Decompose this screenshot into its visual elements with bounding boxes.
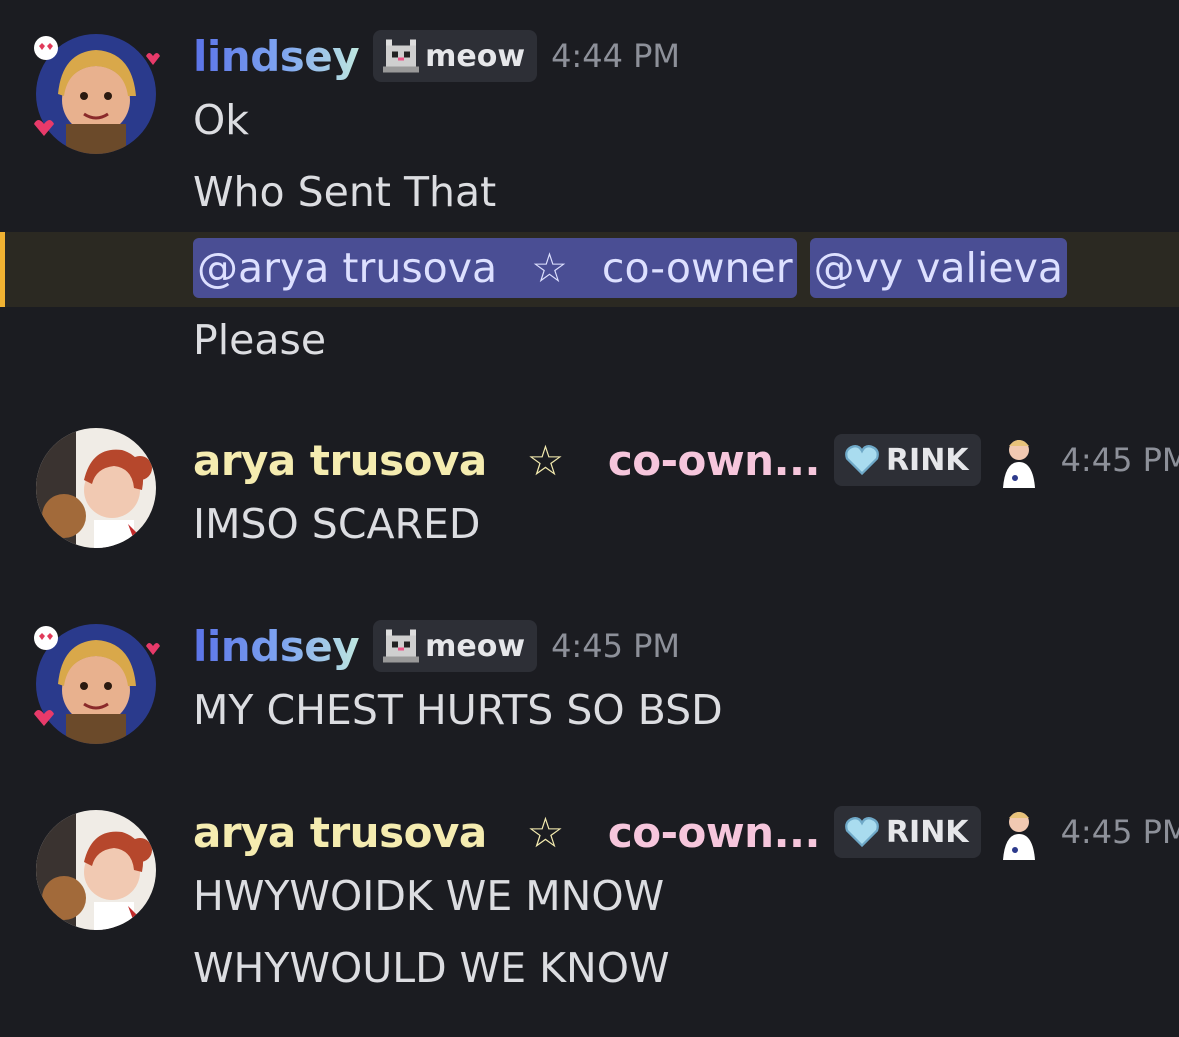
message-text: MY CHEST HURTS SO BSD	[193, 686, 723, 734]
server-tag[interactable]: meow	[373, 620, 538, 672]
avatar-arya[interactable]	[36, 428, 156, 548]
server-tag-label: meow	[425, 628, 526, 664]
message-text: Ok	[193, 96, 250, 144]
username-lindsey[interactable]: lindsey	[193, 32, 360, 81]
mention-highlight-bar	[0, 232, 5, 307]
mention-line: @arya trusova ☆ co-owner @vy valieva	[193, 238, 1067, 298]
timestamp[interactable]: 4:45 PM	[551, 627, 680, 665]
message-header: lindsey meow 4:44 PM	[193, 28, 680, 84]
message-text: Please	[193, 316, 327, 364]
skater-sticker-icon	[1002, 812, 1035, 860]
cat-pixel-icon	[383, 39, 420, 73]
message-header: lindsey meow 4:45 PM	[193, 618, 680, 674]
server-tag-label: RINK	[885, 814, 969, 850]
username-lindsey[interactable]: lindsey	[193, 622, 360, 671]
message-text: Who Sent That	[193, 168, 497, 216]
server-tag[interactable]: RINK	[833, 434, 981, 486]
server-tag-label: RINK	[885, 442, 969, 478]
server-tag[interactable]: RINK	[833, 806, 981, 858]
message-text: HWYWOIDK WE MNOW	[193, 872, 665, 920]
server-tag-label: meow	[425, 38, 526, 74]
avatar-arya[interactable]	[36, 810, 156, 930]
message-text: IMSO SCARED	[193, 500, 481, 548]
timestamp[interactable]: 4:44 PM	[551, 37, 680, 75]
mention-vy-valieva[interactable]: @vy valieva	[809, 238, 1067, 298]
message-text: WHYWOULD WE KNOW	[193, 944, 670, 992]
heart-eyes-decoration-icon	[34, 626, 160, 726]
timestamp[interactable]: 4:45 PM	[1061, 813, 1179, 851]
message-header: arya trusova ☆ co-own... RINK 4:45 PM	[193, 804, 1179, 860]
username-arya-trusova[interactable]: arya trusova ☆ co-own...	[193, 808, 820, 857]
heart-eyes-decoration-icon	[34, 36, 160, 136]
timestamp[interactable]: 4:45 PM	[1061, 441, 1179, 479]
skater-sticker-icon	[1002, 440, 1035, 488]
blue-heart-icon	[845, 817, 879, 848]
cat-pixel-icon	[383, 629, 420, 663]
server-tag[interactable]: meow	[373, 30, 538, 82]
username-arya-trusova[interactable]: arya trusova ☆ co-own...	[193, 436, 820, 485]
mention-arya-trusova[interactable]: @arya trusova ☆ co-owner	[193, 238, 797, 298]
message-header: arya trusova ☆ co-own... RINK 4:45 PM	[193, 432, 1179, 488]
blue-heart-icon	[845, 445, 879, 476]
